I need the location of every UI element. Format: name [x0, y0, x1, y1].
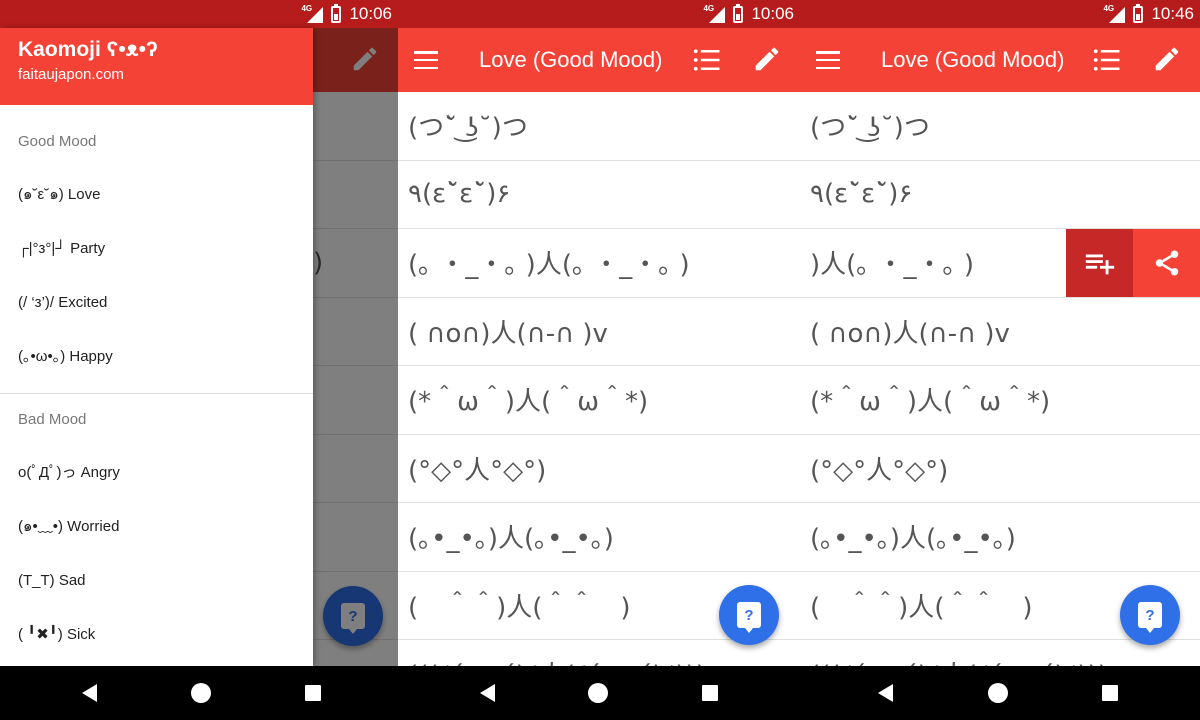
list-item[interactable]: (｡•_•｡)人(｡•_•｡): [398, 503, 800, 572]
list-item[interactable]: (°◇°人°◇°): [800, 435, 1200, 503]
list-view-icon[interactable]: [692, 45, 722, 75]
list-item[interactable]: (°◇°人°◇°): [398, 435, 800, 503]
list-item-swiped[interactable]: )人(｡ ・_・｡ ): [800, 229, 1200, 298]
list-item[interactable]: (*＾ω＾)人(＾ω＾*): [398, 366, 800, 435]
app-bar: Love (Good Mood): [398, 28, 800, 92]
pencil-edit-icon[interactable]: [752, 44, 782, 74]
drawer-subtitle: faitaujapon.com: [18, 66, 124, 83]
share-icon: [1155, 250, 1178, 276]
list-item[interactable]: ( ∩o∩)人(∩-∩ )v: [398, 298, 800, 366]
row-actions: [1066, 229, 1200, 297]
app-bar: Love (Good Mood): [800, 28, 1200, 92]
hamburger-menu-icon[interactable]: [816, 48, 840, 72]
share-button[interactable]: [1133, 229, 1200, 297]
home-circle-icon[interactable]: [588, 683, 608, 703]
battery-icon: [331, 3, 342, 23]
drawer-title: Kaomoji ʕ•ᴥ•ʔ: [18, 38, 158, 61]
screen-drawer-open: 4G 10:06 ) ? Kaomoji ʕ•ᴥ•ʔ faitaujapon.c…: [0, 0, 398, 720]
drawer-item-sad[interactable]: (T_T) Sad: [0, 554, 313, 608]
system-nav-bar: [398, 666, 800, 720]
hamburger-menu-icon[interactable]: [414, 48, 438, 72]
playlist-add-icon: [1085, 254, 1114, 275]
recents-square-icon[interactable]: [702, 685, 718, 701]
network-signal-icon: 4G: [703, 4, 726, 23]
help-chat-icon: ?: [737, 602, 761, 633]
section-header-bad-mood: Bad Mood: [18, 411, 87, 428]
swiped-row-text: )人(｡ ・_・｡ ): [810, 250, 974, 281]
battery-icon: [1133, 3, 1144, 23]
list-item[interactable]: (つ˘̀ ͜ʖ˘)つ: [800, 92, 1200, 161]
help-chat-icon: ?: [1138, 602, 1162, 633]
system-nav-bar: [0, 666, 398, 720]
home-circle-icon[interactable]: [191, 683, 211, 703]
network-signal-icon: 4G: [301, 4, 324, 23]
network-signal-icon: 4G: [1103, 4, 1126, 23]
list-item[interactable]: (*＾ω＾)人(＾ω＾*): [800, 366, 1200, 435]
back-triangle-icon[interactable]: [480, 684, 495, 702]
status-time: 10:06: [349, 4, 392, 23]
navigation-drawer: Kaomoji ʕ•ᴥ•ʔ faitaujapon.com Good Mood …: [0, 28, 313, 666]
drawer-item-angry[interactable]: o(ﾟДﾟ)っ Angry: [0, 446, 313, 500]
battery-icon: [733, 3, 744, 23]
drawer-item-love[interactable]: (๑˘ε˘๑) Love: [0, 168, 313, 222]
page-title: Love (Good Mood): [881, 47, 1065, 72]
drawer-header: Kaomoji ʕ•ᴥ•ʔ faitaujapon.com: [0, 28, 313, 105]
list-view-icon[interactable]: [1092, 45, 1122, 75]
status-time: 10:06: [751, 4, 794, 23]
list-item[interactable]: (｡ ・_・｡ )人(｡ ・_・｡ ): [398, 229, 800, 298]
home-circle-icon[interactable]: [988, 683, 1008, 703]
add-to-list-button[interactable]: [1066, 229, 1133, 297]
screen-love-list: 4G 10:06 Love (Good Mood) (つ˘̀ ͜ʖ˘)つ ٩(ε…: [398, 0, 800, 720]
pencil-edit-icon[interactable]: [1152, 44, 1182, 74]
back-triangle-icon[interactable]: [82, 684, 97, 702]
help-fab-button[interactable]: ?: [1120, 585, 1180, 645]
status-time: 10:46: [1151, 4, 1194, 23]
list-item[interactable]: (つ˘̀ ͜ʖ˘)つ: [398, 92, 800, 161]
recents-square-icon[interactable]: [305, 685, 321, 701]
screen-love-list-swiped: 4G 10:46 Love (Good Mood) (つ˘̀ ͜ʖ˘)つ ٩(ε…: [800, 0, 1200, 720]
drawer-item-excited[interactable]: (/ ‘з’)/ Excited: [0, 276, 313, 330]
page-title: Love (Good Mood): [479, 47, 663, 72]
drawer-item-happy[interactable]: (｡•ω•｡) Happy: [0, 330, 313, 384]
drawer-item-party[interactable]: ┌|°з°|┘ Party: [0, 222, 313, 276]
list-item[interactable]: (｡•_•｡)人(｡•_•｡): [800, 503, 1200, 572]
section-header-good-mood: Good Mood: [18, 133, 97, 150]
list-item[interactable]: ( ∩o∩)人(∩-∩ )v: [800, 298, 1200, 366]
list-item[interactable]: ٩(ε˘̀ε˘̀)۶: [398, 161, 800, 229]
status-bar: 4G 10:06: [398, 0, 800, 28]
drawer-item-sick[interactable]: ( ╹✖╹) Sick: [0, 608, 313, 662]
help-fab-button[interactable]: ?: [719, 585, 779, 645]
status-bar: 4G 10:06: [0, 0, 398, 28]
drawer-item-worried[interactable]: (๑•﹏•) Worried: [0, 500, 313, 554]
back-triangle-icon[interactable]: [878, 684, 893, 702]
list-item[interactable]: ٩(ε˘̀ε˘̀)۶: [800, 161, 1200, 229]
system-nav-bar: [800, 666, 1200, 720]
status-bar: 4G 10:46: [800, 0, 1200, 28]
recents-square-icon[interactable]: [1102, 685, 1118, 701]
